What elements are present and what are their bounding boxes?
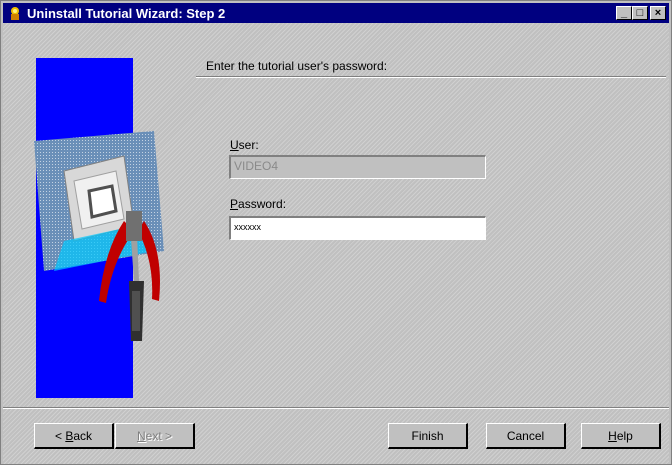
back-prefix: < [54,428,66,443]
back-label: ack [73,428,93,443]
prompt-text: Enter the tutorial user's password: [206,59,388,73]
minimize-icon: _ [620,6,628,19]
user-field: VIDEO4 [229,155,486,179]
password-field[interactable]: xxxxxx [229,216,486,240]
installer-icon [11,7,19,20]
password-label: Password: [230,197,286,211]
next-button[interactable]: Next > [115,423,195,449]
help-button[interactable]: Help [581,423,661,449]
finish-button[interactable]: Finish [388,423,468,449]
title-bar[interactable]: Uninstall Tutorial Wizard: Step 2 _ □ × [3,3,669,23]
finish-label: Finish [411,428,444,443]
password-label-text: assword: [238,197,287,211]
maximize-button[interactable]: □ [632,6,648,20]
next-label: ext > [145,428,173,443]
minimize-button[interactable]: _ [616,6,632,20]
user-label-text: ser: [238,138,259,152]
cancel-button[interactable]: Cancel [486,423,566,449]
button-bar-separator [3,407,669,409]
back-button[interactable]: < Back [34,423,114,449]
close-icon: × [654,6,662,19]
computer-and-tools-illustration [34,131,164,341]
help-accesskey: H [608,428,617,443]
next-accesskey: N [136,428,146,443]
back-accesskey: B [65,428,74,443]
password-label-accesskey: P [230,197,239,211]
user-label: User: [230,138,259,152]
wizard-window: Uninstall Tutorial Wizard: Step 2 _ □ × [0,0,672,465]
maximize-icon: □ [636,6,644,19]
header-separator [196,76,666,78]
help-label: elp [616,428,633,443]
close-button[interactable]: × [650,6,666,20]
window-title: Uninstall Tutorial Wizard: Step 2 [27,5,226,21]
user-label-accesskey: U [230,138,239,152]
cancel-label: Cancel [506,428,545,443]
